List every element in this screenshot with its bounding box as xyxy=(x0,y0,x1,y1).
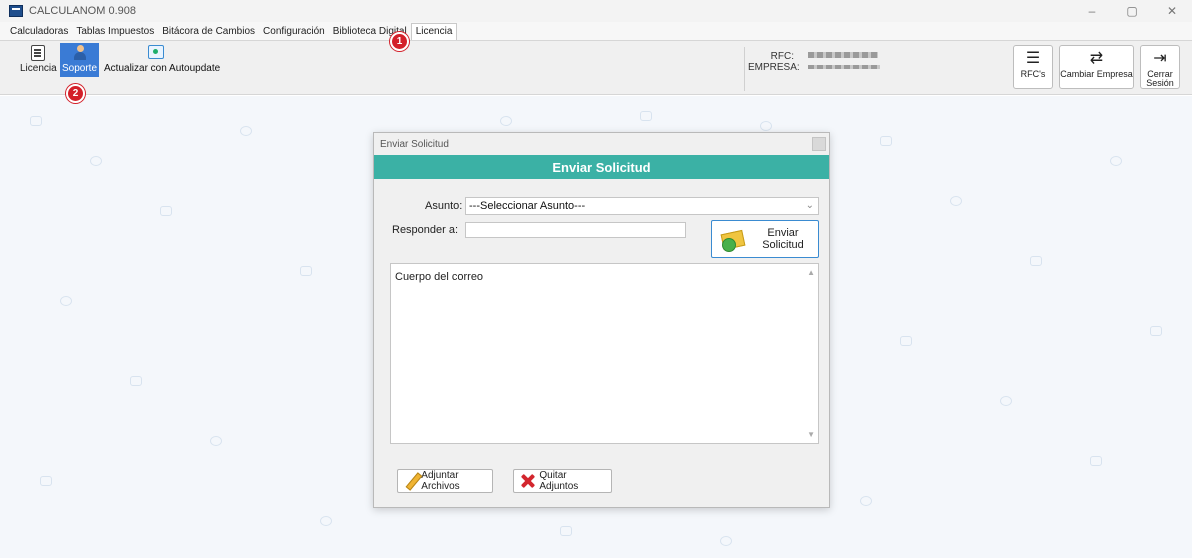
bg-doodle xyxy=(1000,396,1012,406)
adjuntar-label: Adjuntar Archivos xyxy=(421,470,460,492)
responder-label: Responder a: xyxy=(392,224,459,236)
enviar-solicitud-button[interactable]: Enviar Solicitud xyxy=(711,220,819,258)
bg-doodle xyxy=(500,116,512,126)
list-icon: ☰ xyxy=(1025,50,1041,67)
asunto-select[interactable]: ---Seleccionar Asunto--- ⌄ xyxy=(465,197,819,215)
rfc-redacted-value xyxy=(808,52,878,58)
bg-doodle xyxy=(900,336,912,346)
responder-input[interactable] xyxy=(465,222,686,238)
menu-calculadoras[interactable]: Calculadoras xyxy=(6,26,72,40)
rfc-empresa-labels: RFC: EMPRESA: xyxy=(748,51,800,73)
logout-icon: ⇥ xyxy=(1153,50,1167,67)
bg-doodle xyxy=(640,111,652,121)
soporte-ribbon-button[interactable]: Soporte xyxy=(60,43,100,77)
bg-doodle xyxy=(760,121,772,131)
chevron-down-icon: ⌄ xyxy=(805,200,814,211)
bg-doodle xyxy=(1110,156,1122,166)
cerrar-sesion-button[interactable]: ⇥ Cerrar Sesión xyxy=(1140,45,1180,89)
asunto-selected-value: ---Seleccionar Asunto--- xyxy=(469,200,586,212)
remove-x-icon xyxy=(520,473,535,489)
cambiar-empresa-label: Cambiar Empresa xyxy=(1060,69,1133,79)
maximize-button[interactable]: ▢ xyxy=(1112,0,1152,22)
annotation-badge-1: 1 xyxy=(390,32,409,51)
quitar-label: Quitar Adjuntos xyxy=(539,470,579,492)
soporte-label: Soporte xyxy=(62,63,98,74)
menu-tablas-impuestos[interactable]: Tablas Impuestos xyxy=(72,26,158,40)
cerrar-sesion-label: Cerrar Sesión xyxy=(1146,69,1174,88)
rfcs-button[interactable]: ☰ RFC's xyxy=(1013,45,1053,89)
bg-doodle xyxy=(130,376,142,386)
ribbon-separator xyxy=(744,47,745,91)
empresa-label: EMPRESA: xyxy=(748,62,800,73)
autoupdate-icon xyxy=(148,45,164,59)
bg-doodle xyxy=(880,136,892,146)
bg-doodle xyxy=(30,116,42,126)
adjuntar-archivos-button[interactable]: Adjuntar Archivos xyxy=(397,469,493,493)
dialog-close-button[interactable] xyxy=(812,137,826,151)
switch-icon: ⇄ xyxy=(1089,50,1104,67)
menu-licencia[interactable]: Licencia xyxy=(410,23,458,40)
license-icon xyxy=(31,45,46,61)
quitar-adjuntos-button[interactable]: Quitar Adjuntos xyxy=(513,469,612,493)
menu-configuracion[interactable]: Configuración xyxy=(259,26,329,40)
licencia-ribbon-button[interactable]: Licencia xyxy=(20,45,57,74)
bg-doodle xyxy=(300,266,312,276)
bg-doodle xyxy=(240,126,252,136)
bg-doodle xyxy=(560,526,572,536)
annotation-badge-2: 2 xyxy=(66,84,85,103)
bg-doodle xyxy=(950,196,962,206)
cambiar-empresa-button[interactable]: ⇄ Cambiar Empresa xyxy=(1059,45,1134,89)
bg-doodle xyxy=(1090,456,1102,466)
close-button[interactable]: ✕ xyxy=(1152,0,1192,22)
bg-doodle xyxy=(1150,326,1162,336)
title-bar: CALCULANOM 0.908 – ▢ ✕ xyxy=(0,0,1192,22)
dialog-titlebar: Enviar Solicitud xyxy=(374,133,829,155)
menu-bitacora[interactable]: Bitácora de Cambios xyxy=(158,26,259,40)
bg-doodle xyxy=(160,206,172,216)
scroll-down-icon[interactable]: ▼ xyxy=(807,430,815,439)
bg-doodle xyxy=(860,496,872,506)
support-person-icon xyxy=(72,45,88,61)
dialog-window-title: Enviar Solicitud xyxy=(380,138,449,150)
bg-doodle xyxy=(210,436,222,446)
send-button-label: Enviar Solicitud xyxy=(762,227,804,251)
rfcs-label: RFC's xyxy=(1020,69,1046,79)
email-body-text: Cuerpo del correo xyxy=(395,271,484,283)
minimize-button[interactable]: – xyxy=(1072,0,1112,22)
rfc-label: RFC: xyxy=(770,51,794,62)
window-controls: – ▢ ✕ xyxy=(1072,0,1192,22)
autoupdate-label: Actualizar con Autoupdate xyxy=(104,63,221,74)
bg-doodle xyxy=(1030,256,1042,266)
bg-doodle xyxy=(320,516,332,526)
dialog-header: Enviar Solicitud xyxy=(374,155,829,179)
empresa-redacted-value xyxy=(808,65,880,69)
asunto-label: Asunto: xyxy=(425,200,463,212)
scroll-up-icon[interactable]: ▲ xyxy=(807,268,815,277)
licencia-label: Licencia xyxy=(20,63,57,74)
app-icon xyxy=(9,5,23,17)
bg-doodle xyxy=(60,296,72,306)
bg-doodle xyxy=(720,536,732,546)
pencil-icon xyxy=(404,473,417,489)
bg-doodle xyxy=(90,156,102,166)
autoupdate-ribbon-button[interactable]: Actualizar con Autoupdate xyxy=(104,45,220,74)
send-envelope-icon xyxy=(720,228,748,252)
menu-bar: Calculadoras Tablas Impuestos Bitácora d… xyxy=(0,22,1192,40)
email-body-textarea[interactable]: Cuerpo del correo ▲ ▼ xyxy=(390,263,819,444)
bg-doodle xyxy=(40,476,52,486)
ribbon: Licencia Soporte Actualizar con Autoupda… xyxy=(0,40,1192,95)
app-title: CALCULANOM 0.908 xyxy=(29,5,136,17)
